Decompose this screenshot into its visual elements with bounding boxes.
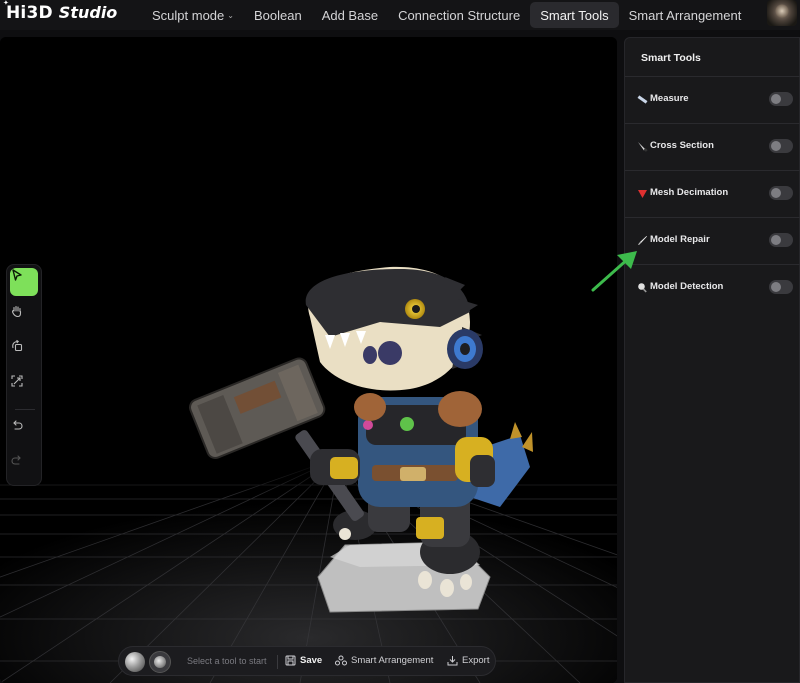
logo-sub-text: Studio	[58, 3, 118, 22]
tool-row-label: Mesh Decimation	[650, 187, 729, 198]
smart-arrangement-button[interactable]: Smart Arrangement	[335, 655, 433, 666]
3d-viewport[interactable]	[0, 37, 617, 683]
model-detection-toggle[interactable]	[769, 280, 793, 294]
mesh-decimation-toggle[interactable]	[769, 186, 793, 200]
knife-icon	[637, 141, 648, 152]
export-icon	[447, 656, 458, 666]
annotation-arrow-icon	[591, 251, 637, 292]
triangle-down-icon	[637, 188, 648, 199]
main-nav: Sculpt mode ⌄ Boolean Add Base Connectio…	[142, 2, 751, 28]
sparkle-icon: ✦	[3, 0, 9, 7]
measure-toggle[interactable]	[769, 92, 793, 106]
tool-row-label: Model Repair	[650, 234, 710, 245]
tool-row-mesh-decimation[interactable]: Mesh Decimation	[625, 170, 800, 217]
panel-title: Smart Tools	[641, 52, 701, 64]
bottom-divider	[277, 655, 278, 669]
tool-hint-text: Select a tool to start	[187, 656, 267, 666]
bottom-action-bar: Select a tool to start Save Smart Arrang…	[118, 646, 496, 676]
export-button[interactable]: Export	[447, 655, 489, 666]
tool-row-label: Model Detection	[650, 281, 724, 292]
material-sphere-icon[interactable]	[125, 652, 145, 672]
arrange-icon	[335, 655, 347, 666]
orbit-rotate-icon[interactable]	[10, 339, 38, 367]
fit-view-icon[interactable]	[10, 374, 38, 402]
viewport-scene	[0, 37, 617, 683]
ruler-icon	[637, 94, 648, 105]
tool-row-cross-section[interactable]: Cross Section	[625, 123, 800, 170]
smart-arrangement-label: Smart Arrangement	[351, 655, 434, 666]
tool-row-model-repair[interactable]: Model Repair	[625, 217, 800, 264]
nav-smart-arrangement[interactable]: Smart Arrangement	[619, 2, 752, 28]
nav-add-base[interactable]: Add Base	[312, 2, 388, 28]
nav-connection-structure[interactable]: Connection Structure	[388, 2, 530, 28]
save-button[interactable]: Save	[285, 655, 322, 666]
tool-row-label: Measure	[650, 93, 689, 104]
toolbar-divider	[15, 409, 35, 410]
shaded-sphere-icon[interactable]	[149, 651, 171, 673]
smart-tools-panel: Smart Tools Measure Cross Section Mesh D…	[624, 37, 800, 683]
top-bar: ✦ Hi3D Studio Sculpt mode ⌄ Boolean Add …	[0, 0, 800, 30]
nav-sculpt-mode-label: Sculpt mode	[152, 7, 225, 23]
save-icon	[285, 655, 296, 666]
model-repair-toggle[interactable]	[769, 233, 793, 247]
export-label: Export	[462, 655, 490, 666]
left-toolbar	[6, 264, 42, 486]
nav-smart-tools[interactable]: Smart Tools	[530, 2, 619, 28]
save-label: Save	[300, 655, 323, 666]
select-arrow-icon[interactable]	[10, 268, 38, 296]
app-logo[interactable]: ✦ Hi3D Studio	[3, 0, 118, 23]
avatar[interactable]	[767, 0, 797, 26]
hand-pan-icon[interactable]	[10, 304, 38, 332]
tool-row-model-detection[interactable]: Model Detection	[625, 264, 800, 311]
chevron-down-icon: ⌄	[227, 10, 234, 20]
undo-icon[interactable]	[10, 418, 38, 446]
redo-icon[interactable]	[10, 453, 38, 481]
nav-boolean[interactable]: Boolean	[244, 2, 312, 28]
cross-section-toggle[interactable]	[769, 139, 793, 153]
tool-row-measure[interactable]: Measure	[625, 76, 800, 123]
logo-main-text: Hi3D	[6, 3, 53, 23]
nav-sculpt-mode[interactable]: Sculpt mode ⌄	[142, 2, 244, 28]
tool-row-label: Cross Section	[650, 140, 714, 151]
